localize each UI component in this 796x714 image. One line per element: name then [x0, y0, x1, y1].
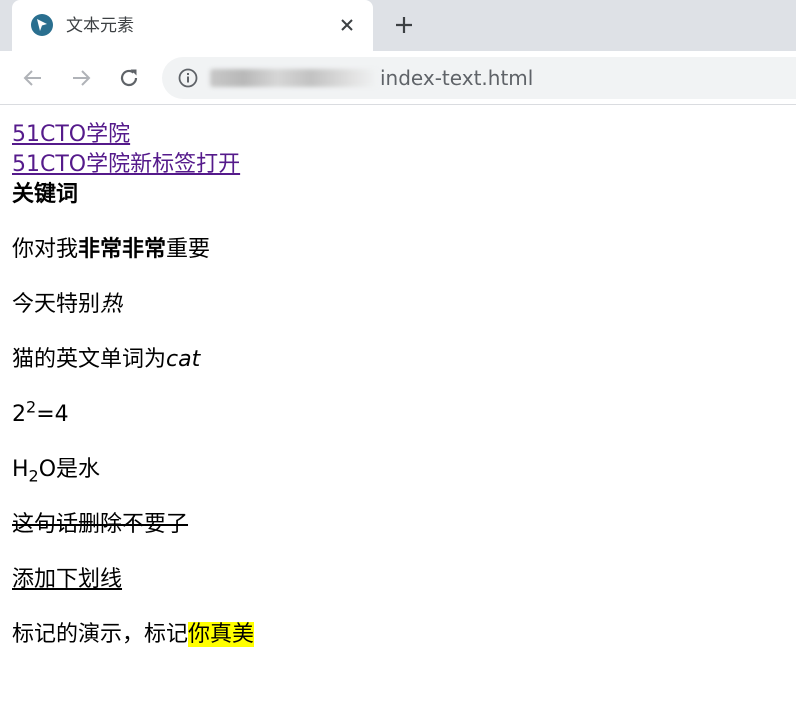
sup-exponent: 2: [26, 397, 37, 417]
browser-toolbar: index-text.html: [0, 51, 796, 105]
sup-base: 2: [12, 402, 26, 427]
em1-before: 今天特别: [12, 292, 101, 317]
em-paragraph-2: 猫的英文单词为cat: [12, 345, 784, 375]
mark-paragraph: 标记的演示，标记你真美: [12, 620, 784, 650]
strong-paragraph: 你对我非常非常重要: [12, 235, 784, 265]
keyword-bold: 关键词: [12, 182, 79, 207]
underlined-text: 添加下划线: [12, 567, 123, 592]
strong-text: 非常非常: [78, 237, 167, 262]
address-bar[interactable]: index-text.html: [162, 57, 796, 99]
sup-after: =4: [36, 402, 69, 427]
em2-before: 猫的英文单词为: [12, 347, 167, 372]
plus-icon[interactable]: [392, 13, 416, 37]
mark-highlight: 你真美: [188, 622, 255, 647]
url-redacted: [210, 69, 378, 87]
info-icon[interactable]: [178, 68, 198, 88]
reload-icon[interactable]: [117, 66, 141, 90]
forward-arrow-icon[interactable]: [69, 66, 93, 90]
cursor-favicon-icon: [31, 14, 53, 36]
link-51cto-new-tab[interactable]: 51CTO学院新标签打开: [12, 150, 240, 180]
sub-subscript: 2: [28, 466, 39, 486]
sup-paragraph: 22=4: [12, 397, 784, 430]
em1-italic: 热: [100, 292, 123, 317]
underline-paragraph: 添加下划线: [12, 565, 784, 595]
del-paragraph: 这句话删除不要了: [12, 510, 784, 540]
sub-paragraph: H2O是水: [12, 455, 784, 485]
tab-strip: 文本元素: [0, 0, 796, 51]
strong-before: 你对我: [12, 237, 79, 262]
page-content: 51CTO学院 51CTO学院新标签打开 关键词 你对我非常非常重要 今天特别热…: [0, 106, 796, 714]
sub-after: O是水: [38, 457, 101, 482]
browser-tab[interactable]: 文本元素: [12, 0, 373, 51]
deleted-text: 这句话删除不要了: [12, 512, 189, 537]
link-51cto[interactable]: 51CTO学院: [12, 120, 130, 150]
url-text: index-text.html: [380, 66, 534, 90]
em2-italic: cat: [166, 347, 201, 372]
sub-base: H: [12, 457, 29, 482]
em-paragraph-1: 今天特别热: [12, 290, 784, 320]
tab-title: 文本元素: [66, 16, 134, 36]
back-arrow-icon[interactable]: [21, 66, 45, 90]
close-icon[interactable]: [336, 14, 358, 36]
mark-before: 标记的演示，标记: [12, 622, 189, 647]
strong-after: 重要: [166, 237, 211, 262]
